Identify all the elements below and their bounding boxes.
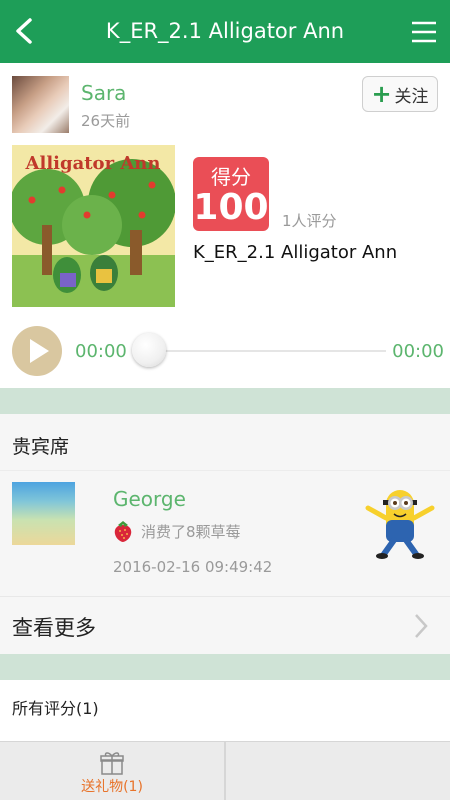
- minion-sticker-icon: [365, 490, 435, 559]
- play-button[interactable]: [12, 326, 62, 376]
- book-cover[interactable]: Alligator Ann: [12, 145, 175, 307]
- owner-name[interactable]: Sara: [81, 81, 126, 105]
- view-more-row[interactable]: 查看更多: [0, 597, 450, 654]
- rater-count: 1人评分: [282, 212, 337, 230]
- send-gift-button[interactable]: 送礼物(1): [0, 742, 224, 800]
- cover-title: Alligator Ann: [25, 153, 161, 174]
- chevron-left-icon[interactable]: [8, 14, 42, 48]
- bottom-action-right[interactable]: [226, 742, 450, 800]
- gift-text: 消费了8颗草莓: [141, 522, 241, 541]
- send-gift-label: 送礼物(1): [81, 779, 143, 795]
- all-ratings-title[interactable]: 所有评分(1): [12, 695, 99, 719]
- vip-section: 贵宾席 George 消费了8颗草莓 2016-02-16 09:49:42 查…: [0, 414, 450, 654]
- total-time: 00:00: [392, 341, 444, 362]
- follow-label: 关注: [394, 86, 429, 107]
- nav-header: K_ER_2.1 Alligator Ann: [0, 0, 450, 63]
- post-time: 26天前: [81, 112, 131, 130]
- guest-name[interactable]: George: [113, 487, 186, 511]
- page-title: K_ER_2.1 Alligator Ann: [105, 19, 345, 43]
- work-title: K_ER_2.1 Alligator Ann: [193, 242, 398, 263]
- chevron-right-icon: [415, 614, 428, 638]
- progress-thumb[interactable]: [132, 333, 166, 367]
- score-label: 得分: [211, 165, 251, 189]
- current-time: 00:00: [75, 341, 127, 362]
- view-more-label: 查看更多: [12, 616, 96, 640]
- divider: [0, 470, 450, 471]
- progress-track[interactable]: [150, 350, 386, 352]
- hamburger-menu-icon[interactable]: [408, 16, 440, 48]
- score-value: 100: [193, 187, 269, 228]
- avatar[interactable]: [12, 76, 69, 133]
- follow-button[interactable]: + 关注: [362, 76, 438, 112]
- section-divider: [0, 388, 450, 414]
- bottom-action-bar: 送礼物(1): [0, 741, 450, 800]
- book-cover-illustration: Alligator Ann: [12, 145, 175, 307]
- score-badge: 得分 100: [193, 157, 269, 231]
- gift-timestamp: 2016-02-16 09:49:42: [113, 558, 273, 576]
- post-owner: Sara 26天前 + 关注: [0, 63, 450, 138]
- plus-icon: +: [371, 80, 392, 108]
- guest-avatar[interactable]: [12, 482, 75, 545]
- gift-info: 消费了8颗草莓: [113, 518, 241, 544]
- strawberry-icon: [114, 521, 132, 542]
- vip-title: 贵宾席: [12, 436, 70, 458]
- screen: K_ER_2.1 Alligator Ann Sara 26天前 + 关注 Al…: [0, 0, 450, 800]
- play-icon: [30, 339, 49, 363]
- gift-icon: [100, 752, 124, 775]
- section-divider: [0, 654, 450, 680]
